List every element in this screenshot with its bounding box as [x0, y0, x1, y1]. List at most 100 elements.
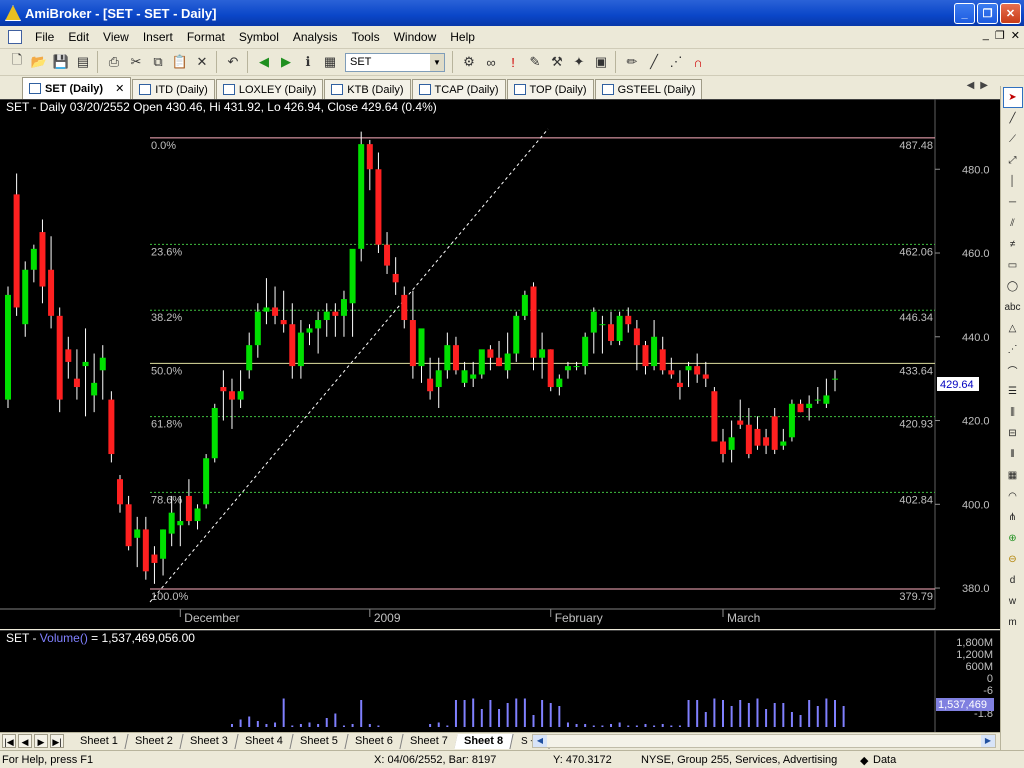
back-icon[interactable]: ◀	[253, 51, 275, 73]
tools-icon[interactable]: ⚒	[546, 51, 568, 73]
menu-format[interactable]: Format	[180, 30, 232, 44]
sheet-tab-4[interactable]: Sheet 4	[235, 733, 294, 749]
scan-icon[interactable]: ∞	[480, 51, 502, 73]
arc-icon[interactable]: ⌒	[1003, 360, 1023, 381]
sheet-tab-2[interactable]: Sheet 2	[125, 733, 184, 749]
text-tool-icon[interactable]: abc	[1003, 297, 1023, 318]
menu-help[interactable]: Help	[443, 30, 482, 44]
cycle-lines-icon[interactable]: ⫼	[1003, 402, 1023, 423]
ellipse-icon[interactable]: ◯	[1003, 276, 1023, 297]
menu-symbol[interactable]: Symbol	[232, 30, 286, 44]
scroll-right-icon[interactable]: ▶	[981, 735, 995, 747]
andrews-pitchfork-icon[interactable]: ⋔	[1003, 507, 1023, 528]
price-chart[interactable]: SET - Daily 03/20/2552 Open 430.46, Hi 4…	[0, 98, 1000, 629]
grid-icon[interactable]: ▦	[1003, 465, 1023, 486]
forward-icon[interactable]: ▶	[275, 51, 297, 73]
tab-set[interactable]: SET (Daily) ✕	[22, 77, 132, 99]
mdi-restore-button[interactable]: ❐	[995, 29, 1005, 42]
scroll-left-icon[interactable]: ◀	[533, 735, 547, 747]
document-icon[interactable]	[8, 30, 22, 44]
automatic-analysis-icon[interactable]: ⚙	[458, 51, 480, 73]
extended-line-icon[interactable]: ⤢	[1003, 150, 1023, 171]
line-tool-icon[interactable]: ╱	[1003, 108, 1023, 129]
new-icon[interactable]: 🗋	[6, 51, 28, 73]
close-tab-icon[interactable]: ✕	[115, 82, 124, 95]
line-icon[interactable]: ╱	[643, 51, 665, 73]
gann-icon[interactable]: ⊟	[1003, 423, 1023, 444]
horizontal-scrollbar[interactable]: ◀ ▶	[532, 734, 996, 748]
zoom-in-icon[interactable]: ⊕	[1003, 528, 1023, 549]
paste-icon[interactable]: 📋	[169, 51, 191, 73]
tab-ktb[interactable]: KTB (Daily)	[324, 79, 411, 99]
weekly-period-icon[interactable]: w	[1003, 591, 1023, 612]
volume-pane[interactable]: SET - Volume() = 1,537,469,056.00 1,800M…	[0, 629, 1000, 732]
volume-chart[interactable]: SET - Volume() = 1,537,469,056.00 1,800M…	[0, 629, 1000, 732]
open-icon[interactable]: 📂	[28, 51, 50, 73]
daily-period-icon[interactable]: d	[1003, 570, 1023, 591]
menu-analysis[interactable]: Analysis	[286, 30, 345, 44]
dotted-line-icon[interactable]: ⋰	[665, 51, 687, 73]
restore-button[interactable]: ❐	[977, 3, 998, 24]
fib-level-value: 446.34	[899, 312, 933, 324]
price-chart-pane[interactable]: SET - Daily 03/20/2552 Open 430.46, Hi 4…	[0, 98, 1000, 629]
next-sheet-button[interactable]: ▶	[34, 734, 48, 748]
cut-icon[interactable]: ✂	[125, 51, 147, 73]
symbol-combobox[interactable]: SET ▼	[345, 52, 445, 72]
rectangle-icon[interactable]: ▭	[1003, 255, 1023, 276]
channel-icon[interactable]: ⫽	[1003, 213, 1023, 234]
print-icon[interactable]: ⎙	[103, 51, 125, 73]
save-icon[interactable]: 💾	[50, 51, 72, 73]
monthly-period-icon[interactable]: m	[1003, 612, 1023, 633]
menu-window[interactable]: Window	[387, 30, 444, 44]
mdi-minimize-button[interactable]: _	[983, 29, 989, 42]
minimize-button[interactable]: _	[954, 3, 975, 24]
copy-icon[interactable]: ⧉	[147, 51, 169, 73]
tab-gsteel[interactable]: GSTEEL (Daily)	[594, 79, 703, 99]
select-arrow-icon[interactable]: ➤	[1002, 87, 1023, 108]
first-sheet-button[interactable]: |◀	[2, 734, 16, 748]
sheet-tab-5[interactable]: Sheet 5	[290, 733, 349, 749]
formula-editor-icon[interactable]: ✎	[524, 51, 546, 73]
ray-tool-icon[interactable]: ⟋	[1003, 129, 1023, 150]
tab-top[interactable]: TOP (Daily)	[506, 79, 594, 99]
fibonacci-retracement-icon[interactable]: ☰	[1003, 381, 1023, 402]
info-icon[interactable]: ℹ	[297, 51, 319, 73]
menu-view[interactable]: View	[96, 30, 136, 44]
sheet-tab-8[interactable]: Sheet 8	[454, 733, 515, 749]
delete-icon[interactable]: ✕	[191, 51, 213, 73]
sheet-tab-1[interactable]: Sheet 1	[70, 733, 129, 749]
prev-sheet-button[interactable]: ◀	[18, 734, 32, 748]
menu-insert[interactable]: Insert	[136, 30, 180, 44]
tab-itd[interactable]: ITD (Daily)	[132, 79, 215, 99]
close-button[interactable]: ✕	[1000, 3, 1021, 24]
mdi-close-button[interactable]: ✕	[1011, 29, 1020, 42]
report-icon[interactable]: ▣	[590, 51, 612, 73]
menu-tools[interactable]: Tools	[345, 30, 387, 44]
trend-line[interactable]	[149, 128, 549, 603]
pencil-icon[interactable]: ✏	[621, 51, 643, 73]
sheet-tab-3[interactable]: Sheet 3	[180, 733, 239, 749]
triangle-icon[interactable]: △	[1003, 318, 1023, 339]
magnet-icon[interactable]: ∩	[687, 51, 709, 73]
tab-scroll-arrows[interactable]: ◀▶	[967, 80, 994, 91]
vertical-line-icon[interactable]: │	[1003, 171, 1023, 192]
last-sheet-button[interactable]: ▶|	[50, 734, 64, 748]
menu-edit[interactable]: Edit	[61, 30, 96, 44]
sheet-tab-7[interactable]: Sheet 7	[399, 733, 459, 749]
tab-tcap[interactable]: TCAP (Daily)	[411, 79, 506, 99]
fibonacci-fan-icon[interactable]: ⋰	[1003, 339, 1023, 360]
sheet-tab-6[interactable]: Sheet 6	[345, 733, 404, 749]
fibonacci-arcs-icon[interactable]: ◠	[1003, 486, 1023, 507]
horizontal-line-icon[interactable]: ─	[1003, 192, 1023, 213]
save-all-icon[interactable]: ▤	[72, 51, 94, 73]
parallel-lines-icon[interactable]: ≠	[1003, 234, 1023, 255]
zoom-out-icon[interactable]: ⊖	[1003, 549, 1023, 570]
time-zones-icon[interactable]: ⫴	[1003, 444, 1023, 465]
tab-loxley[interactable]: LOXLEY (Daily)	[215, 79, 324, 99]
undo-icon[interactable]: ↶	[222, 51, 244, 73]
alert-icon[interactable]: !	[502, 51, 524, 73]
chevron-down-icon[interactable]: ▼	[430, 53, 444, 71]
quote-editor-icon[interactable]: ▦	[319, 51, 341, 73]
menu-file[interactable]: File	[28, 30, 61, 44]
optimize-icon[interactable]: ✦	[568, 51, 590, 73]
